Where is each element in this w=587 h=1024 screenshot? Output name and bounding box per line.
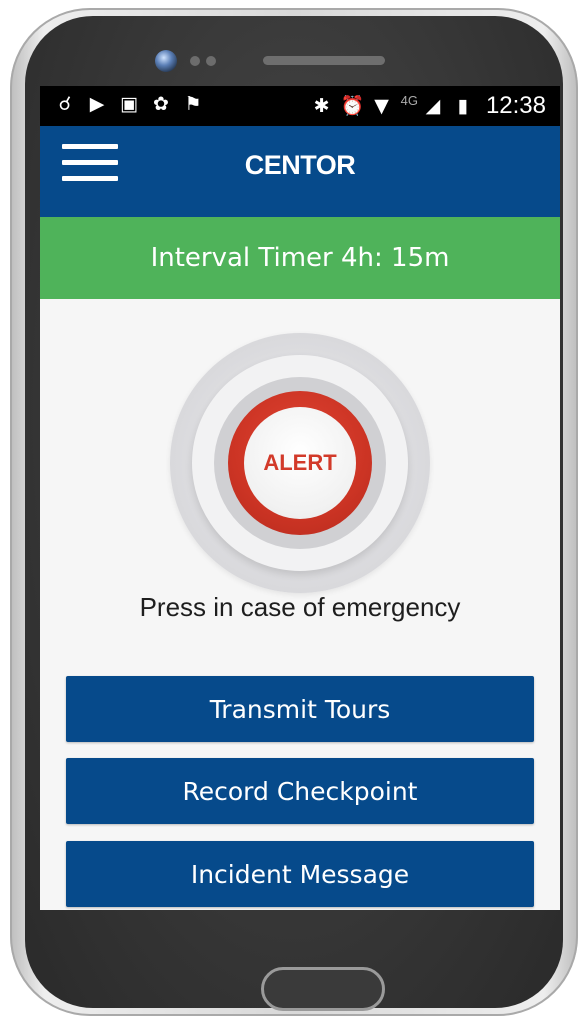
- app-bar: CENTOR: [40, 126, 560, 217]
- image-icon: ▣: [120, 93, 138, 115]
- transmit-tours-button[interactable]: Transmit Tours: [66, 676, 534, 742]
- sensor-dot: [190, 56, 200, 66]
- incident-message-button[interactable]: Incident Message: [66, 841, 534, 907]
- pinwheel-icon: ✿: [153, 93, 169, 115]
- status-bar: ☌ ▶ ▣ ✿ ⚑ ✱ ⏰ ▼ 4G ◢ ▮ 12:38: [40, 86, 560, 126]
- app-screen: ☌ ▶ ▣ ✿ ⚑ ✱ ⏰ ▼ 4G ◢ ▮ 12:38 CENTOR Inte…: [40, 86, 560, 910]
- sensor-dot: [206, 56, 216, 66]
- app-title: CENTOR: [244, 150, 356, 180]
- record-checkpoint-button[interactable]: Record Checkpoint: [66, 758, 534, 824]
- interval-timer-text: Interval Timer 4h: 15m: [150, 243, 450, 273]
- system-icons: ✱ ⏰ ▼ 4G ◢ ▮ 12:38: [311, 92, 546, 120]
- home-button[interactable]: [261, 967, 385, 1011]
- interval-timer-bar: Interval Timer 4h: 15m: [40, 217, 560, 299]
- alert-button-label: ALERT: [244, 407, 356, 519]
- wifi-icon: ▼: [374, 95, 389, 117]
- emergency-caption: Press in case of emergency: [139, 592, 461, 622]
- alert-button-red-ring: ALERT: [228, 391, 372, 535]
- earpiece-speaker: [263, 56, 385, 65]
- alarm-icon: ⏰: [340, 95, 365, 117]
- network-type: 4G: [400, 92, 418, 108]
- signal-icon: ◢: [425, 95, 441, 117]
- map-icon: ☌: [58, 93, 72, 115]
- alert-button-ring: ALERT: [192, 355, 408, 571]
- clock: 12:38: [485, 92, 546, 119]
- bluetooth-icon: ✱: [313, 95, 330, 117]
- alert-button-bezel: ALERT: [214, 377, 386, 549]
- battery-icon: ▮: [457, 95, 469, 117]
- notification-icons: ☌ ▶ ▣ ✿ ⚑: [54, 92, 204, 116]
- flag-icon: ⚑: [184, 93, 202, 115]
- youtube-icon: ▶: [89, 93, 105, 115]
- front-camera: [155, 50, 177, 72]
- alert-button[interactable]: ALERT: [170, 333, 430, 593]
